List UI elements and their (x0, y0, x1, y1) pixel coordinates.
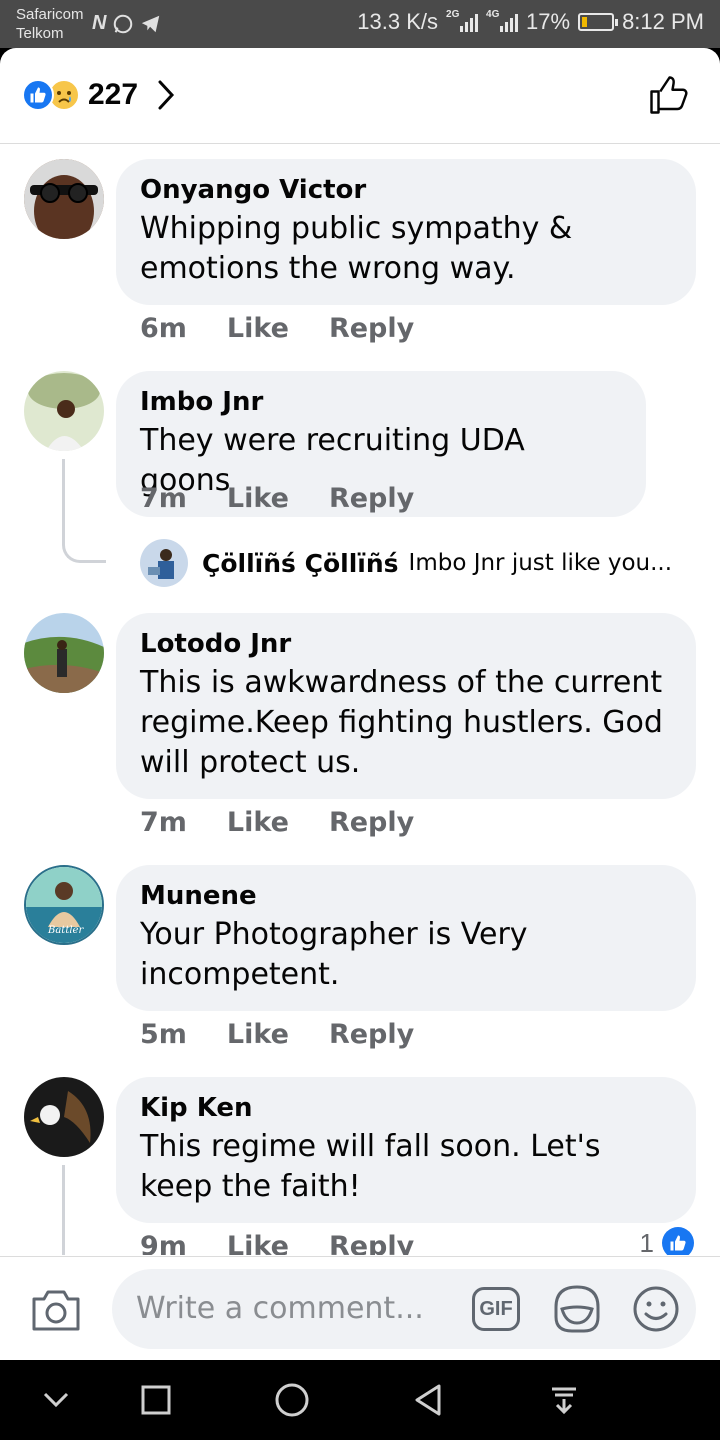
carrier-info: Safaricom Telkom (16, 5, 84, 43)
comment-bubble[interactable]: Lotodo Jnr This is awkwardness of the cu… (116, 613, 696, 799)
comment-actions: 7m Like Reply (140, 807, 414, 838)
pull-down-icon (552, 1387, 576, 1415)
square-icon (141, 1385, 171, 1415)
comment-bubble[interactable]: Kip Ken This regime will fall soon. Let'… (116, 1077, 696, 1223)
comment-author[interactable]: Kip Ken (140, 1093, 672, 1123)
comment-author[interactable]: Onyango Victor (140, 175, 672, 205)
avatar[interactable] (24, 1077, 104, 1157)
reply-preview[interactable]: Çöllïñś Çöllïñś Imbo Jnr just like you..… (140, 539, 672, 587)
comment-author[interactable]: Imbo Jnr (140, 387, 622, 417)
comment-actions: 7m Like Reply (140, 483, 414, 514)
comment-input[interactable]: Write a comment... GIF (112, 1269, 696, 1349)
reply-action[interactable]: Reply (329, 807, 414, 838)
like-action[interactable]: Like (227, 313, 289, 344)
like-action[interactable]: Like (227, 807, 289, 838)
nav-home-button[interactable] (272, 1380, 312, 1420)
comment-time: 9m (140, 1231, 187, 1255)
thread-connector (62, 459, 106, 563)
comment-time: 5m (140, 1019, 187, 1050)
avatar-caption: Battler (48, 925, 84, 936)
comment-actions: 5m Like Reply (140, 1019, 414, 1050)
comment-list[interactable]: Onyango Victor Whipping public sympathy … (0, 145, 720, 1255)
comment-bubble[interactable]: Onyango Victor Whipping public sympathy … (116, 159, 696, 305)
comment-composer: Write a comment... GIF (0, 1256, 720, 1360)
network-speed: 13.3 K/s (357, 9, 439, 34)
clock: 8:12 PM (622, 9, 704, 34)
comment-text: This regime will fall soon. Let's keep t… (140, 1129, 601, 1204)
like-action[interactable]: Like (227, 1019, 289, 1050)
sheet-header: 227 (0, 48, 720, 144)
comment-author[interactable]: Lotodo Jnr (140, 629, 672, 659)
circle-icon (275, 1383, 309, 1417)
signal-sim2-icon: 4G (486, 9, 519, 32)
status-right: 13.3 K/s 2G 4G 17% 8:12 PM (357, 9, 704, 35)
reply-avatar (140, 539, 188, 587)
like-action[interactable]: Like (227, 1231, 289, 1255)
avatar[interactable] (24, 371, 104, 451)
comment-bubble[interactable]: Munene Your Photographer is Very incompe… (116, 865, 696, 1011)
camera-icon[interactable] (30, 1287, 82, 1333)
chevron-right-icon (158, 80, 175, 110)
reply-author: Çöllïñś Çöllïñś (202, 548, 399, 578)
comment-time: 7m (140, 807, 187, 838)
battery-icon (578, 13, 619, 31)
thread-connector (62, 1165, 106, 1255)
nav-notifications-button[interactable] (544, 1380, 584, 1420)
reactions-summary[interactable]: 227 (22, 78, 176, 112)
carrier-1: Safaricom (16, 6, 84, 23)
sticker-icon[interactable] (552, 1283, 602, 1335)
comment-author[interactable]: Munene (140, 881, 672, 911)
comment-time: 6m (140, 313, 187, 344)
system-nav-bar (0, 1360, 720, 1440)
like-reaction-icon (22, 79, 54, 111)
carrier-2: Telkom (16, 25, 64, 42)
reply-text: Imbo Jnr just like you... (408, 550, 673, 576)
triangle-back-icon (415, 1384, 441, 1416)
reply-action[interactable]: Reply (329, 1231, 414, 1255)
status-bar: Safaricom Telkom N 13.3 K/s 2G 4G 17% 8:… (0, 0, 720, 48)
notification-icons: N (92, 12, 162, 35)
nav-recents-button[interactable] (136, 1380, 176, 1420)
avatar[interactable]: Battler (24, 865, 104, 945)
signal-sim1-icon: 2G (446, 9, 479, 32)
avatar[interactable] (24, 613, 104, 693)
comment-actions: 9m Like Reply (140, 1231, 414, 1255)
nav-hide-button[interactable] (36, 1380, 76, 1420)
comment-like-count[interactable]: 1 (640, 1227, 694, 1255)
whatsapp-icon (114, 14, 133, 33)
comment-text: This is awkwardness of the current regim… (140, 665, 663, 780)
telegram-icon (142, 15, 160, 32)
comment-input-placeholder[interactable]: Write a comment... (136, 1291, 424, 1326)
chevron-down-icon (43, 1392, 69, 1408)
like-button-icon[interactable] (648, 74, 690, 116)
comment-text: Whipping public sympathy & emotions the … (140, 211, 573, 286)
comment-time: 7m (140, 483, 187, 514)
like-action[interactable]: Like (227, 483, 289, 514)
battery-percent: 17% (526, 9, 571, 34)
reply-action[interactable]: Reply (329, 483, 414, 514)
reaction-count: 227 (88, 78, 139, 111)
reply-action[interactable]: Reply (329, 1019, 414, 1050)
comment-text: Your Photographer is Very incompetent. (140, 917, 528, 992)
comment-actions: 6m Like Reply (140, 313, 414, 344)
emoji-icon[interactable] (632, 1285, 680, 1333)
n-app-icon: N (92, 12, 107, 34)
like-reaction-icon (662, 1227, 694, 1255)
like-count-number: 1 (639, 1227, 654, 1256)
avatar[interactable] (24, 159, 104, 239)
comments-sheet: 227 Onyango Victor Whipping public sympa… (0, 48, 720, 1360)
gif-button[interactable]: GIF (472, 1287, 520, 1331)
nav-back-button[interactable] (408, 1380, 448, 1420)
reply-action[interactable]: Reply (329, 313, 414, 344)
